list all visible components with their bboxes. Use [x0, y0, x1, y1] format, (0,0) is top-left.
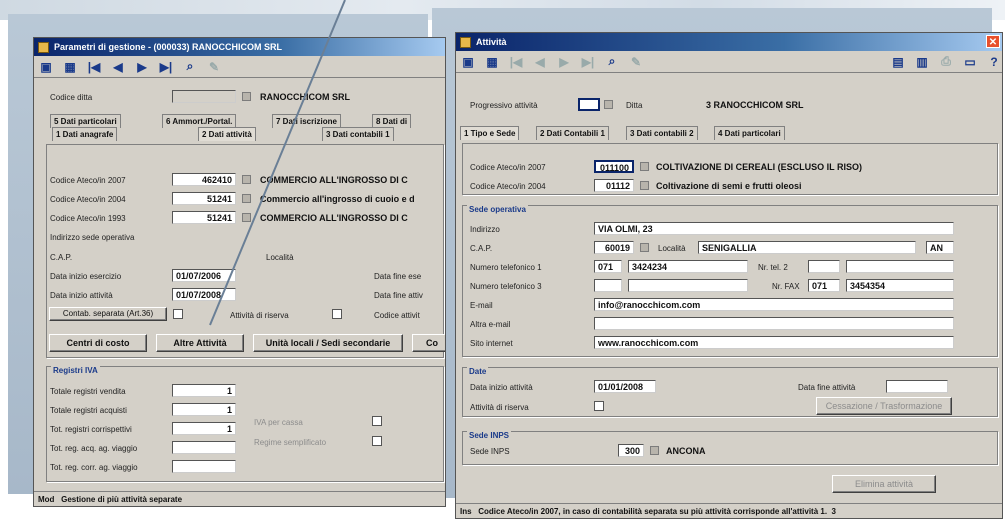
- lookup-icon[interactable]: [640, 181, 649, 190]
- data-inizio-label: Data inizio attività: [470, 383, 533, 392]
- ditta-value: 3 RANOCCHICOM SRL: [706, 100, 804, 110]
- monitor-icon[interactable]: ▭: [962, 54, 978, 70]
- elimina-attivita-button[interactable]: Elimina attività: [832, 475, 936, 493]
- first-record-icon: |◀: [509, 54, 523, 69]
- tab-tipo-sede[interactable]: 1 Tipo e Sede: [460, 126, 520, 140]
- tel2-number-field[interactable]: [846, 260, 954, 273]
- help-icon[interactable]: ?: [986, 54, 1002, 70]
- status-text: Codice Ateco/in 2007, in caso di contabi…: [478, 507, 828, 516]
- cessazione-button[interactable]: Cessazione / Trasformazione: [816, 397, 952, 415]
- lookup-icon[interactable]: [640, 243, 649, 252]
- provincia-field[interactable]: AN: [926, 241, 954, 254]
- attivita-riserva-checkbox[interactable]: [594, 401, 604, 411]
- progressivo-field[interactable]: [578, 98, 600, 111]
- lookup-icon[interactable]: [640, 162, 649, 171]
- tab-dati-contabili-1[interactable]: 2 Dati Contabili 1: [536, 126, 609, 140]
- ateco-2004-field[interactable]: 01112: [594, 179, 634, 192]
- app-icon: [460, 36, 471, 48]
- tab-dati-contabili-2[interactable]: 3 Dati contabili 2: [626, 126, 698, 140]
- tel3-label: Numero telefonico 3: [470, 282, 542, 291]
- tel1-prefix-field[interactable]: 071: [594, 260, 622, 273]
- data-fine-label: Data fine attività: [798, 383, 856, 392]
- altra-email-field[interactable]: [594, 317, 954, 330]
- sito-label: Sito internet: [470, 339, 513, 348]
- inps-title: Sede INPS: [467, 431, 512, 440]
- table-icon[interactable]: ▥: [914, 54, 930, 70]
- tel2-label: Nr. tel. 2: [758, 263, 788, 272]
- attivita-riserva-label: Attività di riserva: [470, 403, 529, 412]
- save-icon[interactable]: ▣: [460, 54, 476, 70]
- data-inizio-field[interactable]: 01/01/2008: [594, 380, 656, 393]
- tel3-number-field[interactable]: [628, 279, 748, 292]
- sede-inps-name: ANCONA: [666, 446, 706, 456]
- titlebar: Attività: [456, 33, 1002, 51]
- fax-prefix-field[interactable]: 071: [808, 279, 840, 292]
- status-mode: Ins: [460, 507, 472, 516]
- toolbar: ▣ ▦ |◀ ◀ ▶ ▶| ⌕ ✎ ▤ ▥ ⎙ ▭ ?: [456, 51, 1002, 73]
- tel3-prefix-field[interactable]: [594, 279, 622, 292]
- disabled-tool-icon: ✎: [630, 54, 642, 69]
- window-attivita: Attività ✕ ▣ ▦ |◀ ◀ ▶ ▶| ⌕ ✎ ▤ ▥ ⎙ ▭ ? P…: [455, 32, 1003, 519]
- sede-inps-field[interactable]: 300: [618, 444, 644, 457]
- email-label: E-mail: [470, 301, 493, 310]
- ditta-label: Ditta: [626, 101, 643, 110]
- prev-record-icon: ◀: [535, 54, 545, 69]
- lookup-icon[interactable]: [604, 100, 613, 109]
- ateco-2007-label: Codice Ateco/in 2007: [470, 163, 546, 172]
- cap-field[interactable]: 60019: [594, 241, 634, 254]
- email-field[interactable]: info@ranocchicom.com: [594, 298, 954, 311]
- altra-email-label: Altra e-mail: [470, 320, 511, 329]
- calculator-icon[interactable]: ▤: [890, 54, 906, 70]
- fax-label: Nr. FAX: [772, 282, 800, 291]
- progressivo-label: Progressivo attività: [470, 101, 538, 110]
- ateco-2004-desc: Coltivazione di semi e frutti oleosi: [656, 181, 802, 191]
- close-icon[interactable]: ✕: [986, 35, 1000, 48]
- sede-inps-label: Sede INPS: [470, 447, 510, 456]
- ateco-2007-desc: COLTIVAZIONE DI CEREALI (ESCLUSO IL RISO…: [656, 162, 863, 172]
- data-fine-field[interactable]: [886, 380, 948, 393]
- fax-number-field[interactable]: 3454354: [846, 279, 954, 292]
- binoculars-icon[interactable]: ⌕: [604, 54, 620, 70]
- localita-field[interactable]: SENIGALLIA: [698, 241, 916, 254]
- date-title: Date: [467, 367, 489, 376]
- localita-label: Località: [658, 244, 686, 253]
- sito-field[interactable]: www.ranocchicom.com: [594, 336, 954, 349]
- inps-group: Sede INPS: [462, 431, 998, 465]
- print-icon: ⎙: [941, 54, 951, 68]
- tel1-label: Numero telefonico 1: [470, 263, 542, 272]
- status-number: 3: [831, 507, 836, 516]
- lookup-icon[interactable]: [650, 446, 659, 455]
- sede-operativa-title: Sede operativa: [467, 205, 528, 214]
- ateco-2007-field[interactable]: 011100: [594, 160, 634, 173]
- status-bar: Ins Codice Ateco/in 2007, in caso di con…: [456, 503, 1002, 518]
- cap-label: C.A.P.: [470, 244, 493, 253]
- last-record-icon: ▶|: [581, 54, 595, 69]
- ateco-2004-label: Codice Ateco/in 2004: [470, 182, 546, 191]
- tel1-number-field[interactable]: 3424234: [628, 260, 748, 273]
- grid-icon[interactable]: ▦: [484, 54, 500, 70]
- indirizzo-label: Indirizzo: [470, 225, 500, 234]
- tab-dati-particolari[interactable]: 4 Dati particolari: [714, 126, 785, 140]
- tel2-prefix-field[interactable]: [808, 260, 840, 273]
- indirizzo-field[interactable]: VIA OLMI, 23: [594, 222, 954, 235]
- window-title: Attività: [476, 37, 507, 47]
- next-record-icon: ▶: [559, 54, 569, 69]
